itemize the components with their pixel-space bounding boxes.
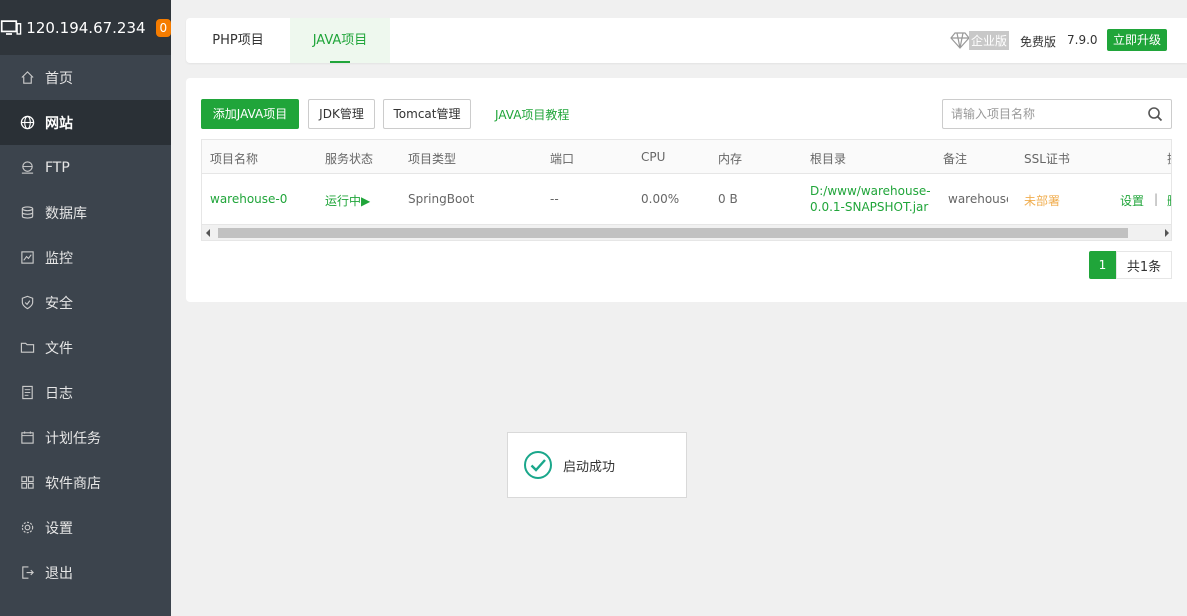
header-ssl: SSL证书 [1024,152,1070,166]
ssl-status[interactable]: 未部署 [1024,192,1060,209]
sidebar-item-label: 设置 [45,520,73,537]
search-icon[interactable] [1147,106,1163,122]
sidebar-item-label: 网站 [45,115,73,132]
java-projects-panel: 添加JAVA项目 JDK管理 Tomcat管理 JAVA项目教程 项目名称 服务… [186,78,1187,302]
gear-icon [19,520,35,536]
tomcat-manage-button[interactable]: Tomcat管理 [383,99,471,129]
sidebar-item-label: 首页 [45,70,73,87]
home-icon [19,70,35,86]
action-separator: | [1154,192,1159,206]
service-status[interactable]: 运行中▶ [325,192,370,209]
project-memory: 0 B [718,192,738,206]
sidebar-item-label: 安全 [45,295,73,312]
upgrade-button[interactable]: 立即升级 [1107,29,1168,51]
sidebar-item-label: 文件 [45,340,73,357]
folder-icon [19,340,35,356]
sidebar-menu: 首页 网站 FTP 数据库 监控 安全 文件 日志 计划任务 软件商店 设置 退… [0,55,171,595]
sidebar-item-label: FTP [45,159,70,176]
sidebar-item-store[interactable]: 软件商店 [0,460,171,505]
sidebar-item-cron[interactable]: 计划任务 [0,415,171,460]
enterprise-label: 企业版 [969,30,1010,50]
project-type: SpringBoot [408,192,475,206]
sidebar-item-logout[interactable]: 退出 [0,550,171,595]
success-toast: 启动成功 [507,432,687,498]
toast-message: 启动成功 [563,459,616,475]
project-cpu: 0.00% [641,192,680,206]
sidebar-item-database[interactable]: 数据库 [0,190,171,235]
shield-icon [19,295,35,311]
sidebar: 120.194.67.234 0 首页 网站 FTP 数据库 监控 安全 文件 … [0,0,171,616]
scroll-right-arrow-icon[interactable] [1165,229,1169,237]
search-input[interactable] [943,100,1138,128]
settings-link[interactable]: 设置 [1120,192,1144,209]
sidebar-item-ftp[interactable]: FTP [0,145,171,190]
monitor-server-icon [0,19,22,35]
horizontal-scrollbar[interactable] [202,224,1171,240]
table-header: 项目名称 服务状态 项目类型 端口 CPU 内存 根目录 备注 SSL证书 操 [202,140,1171,174]
header-status: 服务状态 [325,152,374,166]
header-cpu: CPU [641,150,666,164]
page-total: 共1条 [1116,251,1172,279]
project-tabbar: PHP项目 JAVA项目 企业版 免费版 7.9.0 立即升级 [186,18,1187,63]
scroll-left-arrow-icon[interactable] [206,229,210,237]
add-java-project-button[interactable]: 添加JAVA项目 [201,99,299,129]
projects-table: 项目名称 服务状态 项目类型 端口 CPU 内存 根目录 备注 SSL证书 操 … [201,139,1172,241]
server-header: 120.194.67.234 0 [0,0,171,55]
enterprise-edition[interactable]: 企业版 [950,30,1010,50]
ftp-icon [19,160,35,176]
sidebar-item-label: 数据库 [45,205,87,222]
database-icon [19,205,35,221]
message-badge[interactable]: 0 [155,18,171,37]
diamond-icon [950,32,970,49]
header-root: 根目录 [810,152,847,166]
server-ip: 120.194.67.234 [26,18,146,37]
version-number: 7.9.0 [1067,33,1098,47]
project-name-link[interactable]: warehouse-0 [210,192,287,206]
header-memory: 内存 [718,152,743,166]
table-row: warehouse-0 运行中▶ SpringBoot -- 0.00% 0 B… [202,174,1171,225]
sidebar-item-label: 软件商店 [45,475,101,492]
log-icon [19,385,35,401]
header-actions: 操 [1167,150,1171,167]
page-current[interactable]: 1 [1089,251,1116,279]
project-port: -- [550,192,559,206]
sidebar-item-files[interactable]: 文件 [0,325,171,370]
project-note[interactable]: warehouse [948,192,1008,206]
tab-java-projects[interactable]: JAVA项目 [290,18,390,63]
globe-icon [19,115,35,131]
tab-php-projects[interactable]: PHP项目 [186,18,290,63]
sidebar-item-label: 监控 [45,250,73,267]
project-search [942,99,1172,129]
sidebar-item-settings[interactable]: 设置 [0,505,171,550]
sidebar-item-label: 退出 [45,565,73,582]
delete-link[interactable]: 删 [1167,192,1171,209]
sidebar-item-security[interactable]: 安全 [0,280,171,325]
scroll-thumb[interactable] [218,228,1128,238]
calendar-icon [19,430,35,446]
apps-icon [19,475,35,491]
sidebar-item-label: 日志 [45,385,73,402]
sidebar-item-home[interactable]: 首页 [0,55,171,100]
sidebar-item-monitor[interactable]: 监控 [0,235,171,280]
sidebar-item-website[interactable]: 网站 [0,100,171,145]
check-circle-icon [524,451,552,479]
project-root-link[interactable]: D:/www/warehouse-0.0.1-SNAPSHOT.jar [810,183,940,215]
header-name: 项目名称 [210,152,259,166]
sidebar-item-logs[interactable]: 日志 [0,370,171,415]
header-note: 备注 [943,152,968,166]
monitor-icon [19,250,35,266]
header-type: 项目类型 [408,152,457,166]
header-port: 端口 [550,152,575,166]
logout-icon [19,565,35,581]
jdk-manage-button[interactable]: JDK管理 [308,99,375,129]
java-tutorial-link[interactable]: JAVA项目教程 [495,106,569,123]
sidebar-item-label: 计划任务 [45,430,101,447]
free-edition-label: 免费版 [1020,35,1057,49]
